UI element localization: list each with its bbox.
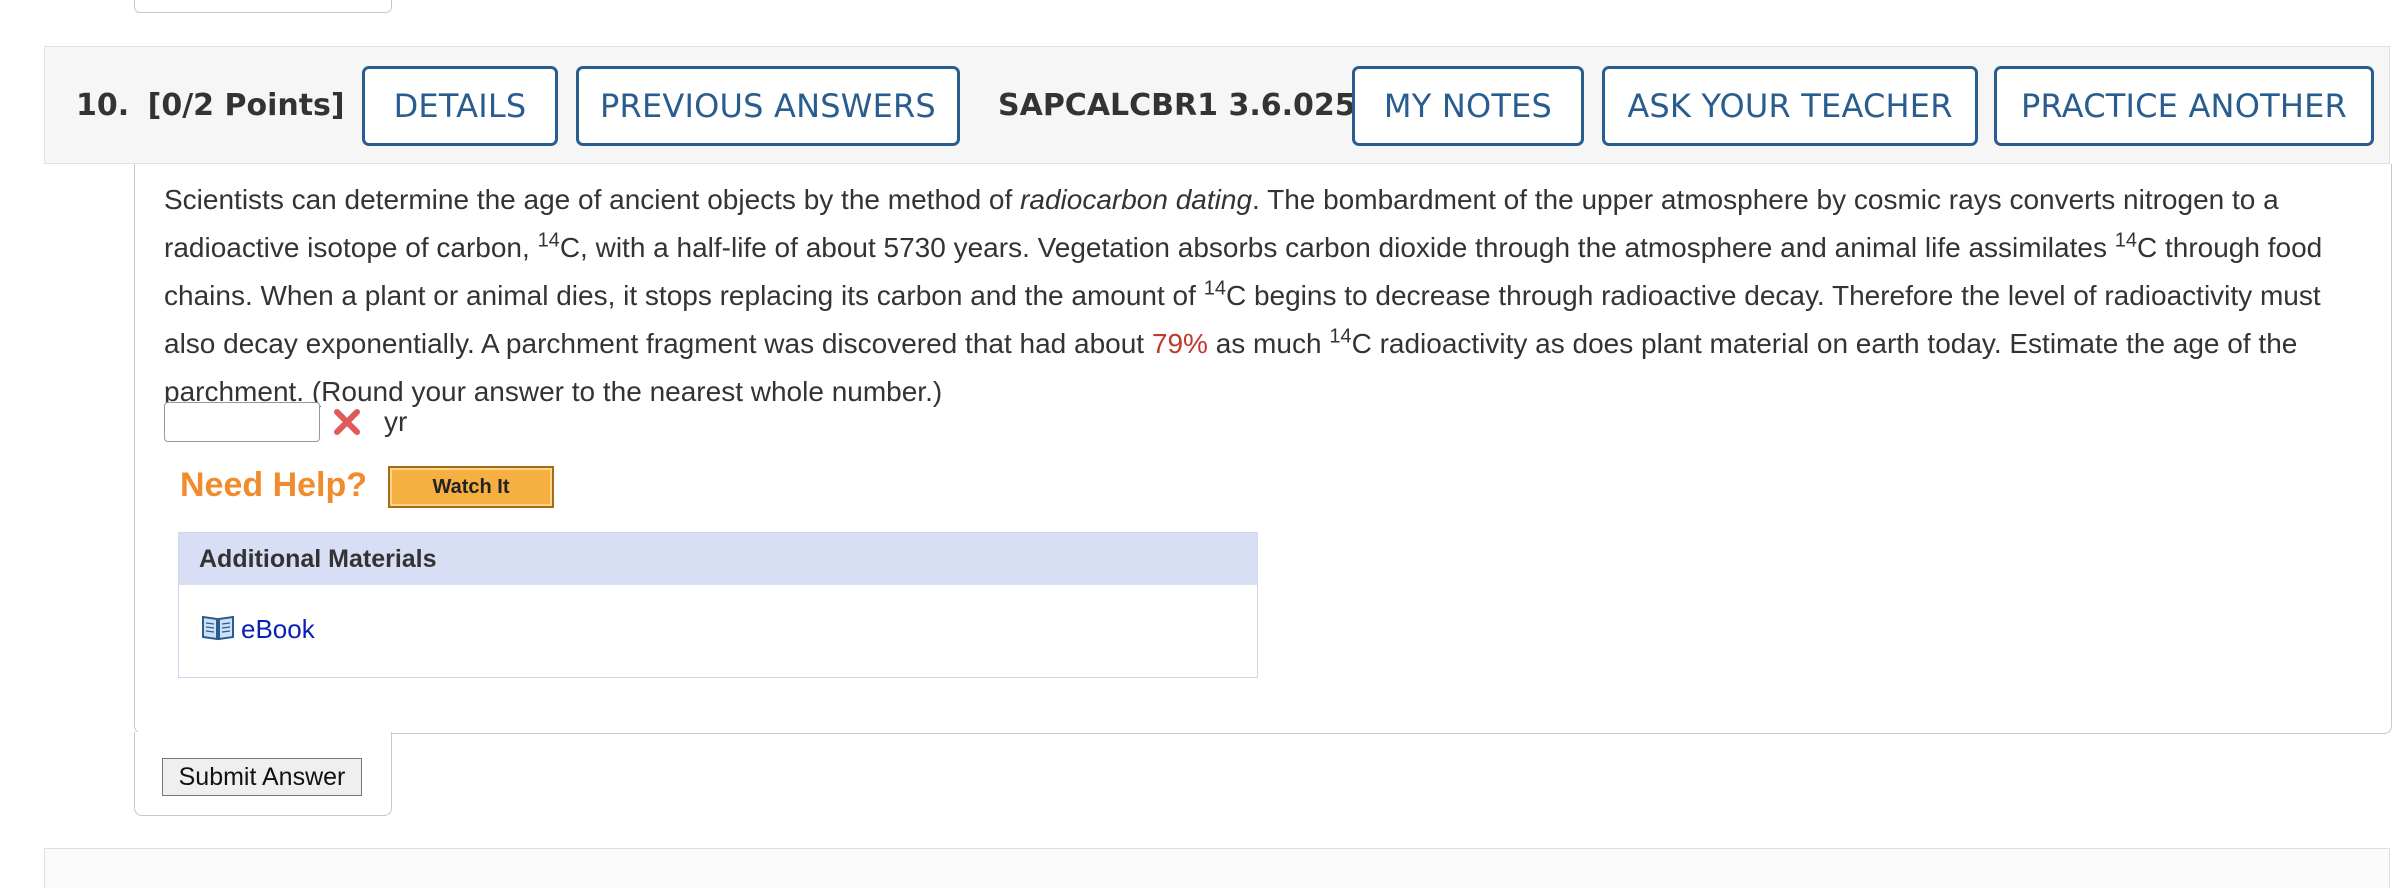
problem-text-6: as much bbox=[1207, 328, 1330, 359]
question-code: SAPCALCBR1 3.6.025. bbox=[998, 88, 1368, 123]
next-question-card bbox=[44, 848, 2390, 888]
practice-another-button[interactable]: PRACTICE ANOTHER bbox=[1994, 66, 2374, 146]
problem-term-radiocarbon: radiocarbon dating bbox=[1020, 184, 1253, 215]
isotope-superscript: 14 bbox=[1203, 277, 1226, 300]
question-points: [0/2 Points] bbox=[147, 88, 345, 123]
need-help-label: Need Help? bbox=[180, 466, 368, 504]
problem-text-1: Scientists can determine the age of anci… bbox=[164, 184, 1021, 215]
answer-unit: yr bbox=[384, 406, 408, 437]
x-mark-icon bbox=[332, 407, 362, 437]
previous-answers-button[interactable]: PREVIOUS ANSWERS bbox=[576, 66, 960, 146]
submit-answer-button[interactable]: Submit Answer bbox=[162, 758, 362, 796]
highlighted-percent: 79% bbox=[1151, 328, 1208, 359]
isotope-superscript: 14 bbox=[1329, 325, 1352, 348]
ebook-label[interactable]: eBook bbox=[241, 614, 315, 645]
isotope-superscript: 14 bbox=[2114, 229, 2137, 252]
ask-your-teacher-button[interactable]: ASK YOUR TEACHER bbox=[1602, 66, 1978, 146]
previous-question-tab bbox=[134, 0, 392, 13]
additional-materials-title: Additional Materials bbox=[179, 533, 1257, 585]
additional-materials-panel: Additional Materials eBook bbox=[178, 532, 1258, 678]
question-number-label: 10. bbox=[76, 88, 130, 123]
ebook-link[interactable]: eBook bbox=[201, 613, 315, 645]
details-button[interactable]: DETAILS bbox=[362, 66, 558, 146]
my-notes-button[interactable]: MY NOTES bbox=[1352, 66, 1584, 146]
question-number: 10. [0/2 Points] bbox=[76, 88, 345, 123]
watch-it-button[interactable]: Watch It bbox=[388, 466, 554, 508]
book-icon bbox=[201, 613, 235, 645]
answer-row: yr bbox=[164, 400, 407, 444]
answer-input[interactable] bbox=[164, 402, 320, 442]
problem-text: Scientists can determine the age of anci… bbox=[164, 176, 2364, 416]
problem-text-3: C, with a half-life of about 5730 years.… bbox=[559, 232, 2115, 263]
isotope-superscript: 14 bbox=[537, 229, 560, 252]
